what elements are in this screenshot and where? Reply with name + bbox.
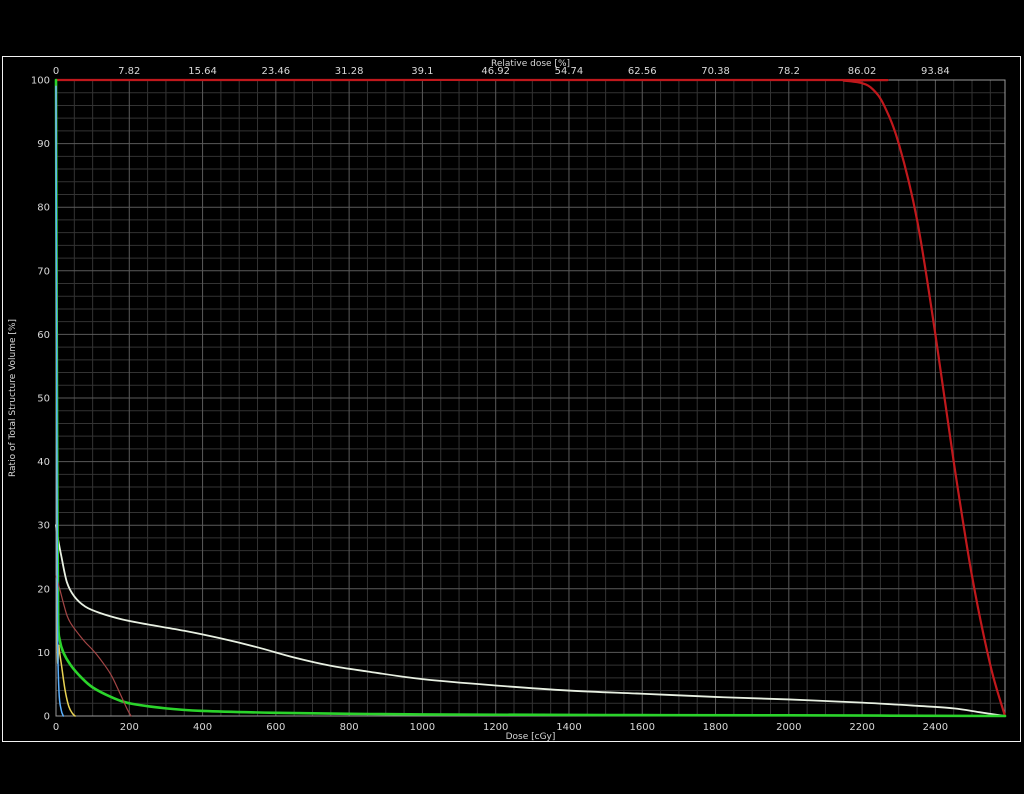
dvh-chart: 0 10 20 30 40 50 60 70 80 90 100 0 200 400 600 800 1000… [3, 57, 1020, 741]
y-tick-label: 50 [37, 394, 50, 405]
x-tick-label: 1200 [483, 722, 508, 733]
top-x-tick-label: 78.2 [778, 66, 800, 77]
top-x-tick-label: 0 [53, 66, 59, 77]
y-tick-label: 30 [37, 521, 50, 532]
y-tick-label: 90 [37, 139, 50, 150]
top-x-tick-label: 15.64 [188, 66, 217, 77]
x-tick-label: 1000 [410, 722, 435, 733]
plot-background [3, 57, 1020, 741]
top-x-tick-label: 93.84 [921, 66, 950, 77]
x-tick-label: 1600 [630, 722, 655, 733]
top-x-tick-label: 39.1 [411, 66, 433, 77]
top-x-tick-label: 86.02 [848, 66, 877, 77]
y-tick-label: 0 [44, 712, 50, 723]
y-tick-label: 40 [37, 457, 50, 468]
y-tick-label: 10 [37, 648, 50, 659]
top-x-tick-label: 62.56 [628, 66, 657, 77]
y-tick-label: 80 [37, 203, 50, 214]
x-tick-label: 400 [193, 722, 212, 733]
x-tick-label: 2400 [923, 722, 948, 733]
x-tick-label: 200 [120, 722, 139, 733]
dvh-chart-frame: 0 10 20 30 40 50 60 70 80 90 100 0 200 400 600 800 1000… [2, 56, 1021, 742]
x-axis-label: Dose [cGy] [506, 732, 556, 741]
x-tick-label: 2000 [776, 722, 801, 733]
top-x-tick-label: 70.38 [701, 66, 730, 77]
x-tick-label: 2200 [849, 722, 874, 733]
y-tick-label: 60 [37, 330, 50, 341]
top-x-axis-label: Relative dose [%] [491, 59, 570, 69]
x-tick-label: 1800 [703, 722, 728, 733]
x-tick-label: 0 [53, 722, 59, 733]
y-axis-label: Ratio of Total Structure Volume [%] [8, 319, 18, 477]
top-x-tick-label: 31.28 [335, 66, 364, 77]
x-tick-label: 800 [340, 722, 359, 733]
top-x-tick-label: 23.46 [262, 66, 291, 77]
x-tick-label: 600 [266, 722, 285, 733]
y-tick-label: 100 [31, 76, 50, 87]
y-tick-label: 20 [37, 584, 50, 595]
y-tick-label: 70 [37, 266, 50, 277]
top-x-tick-label: 7.82 [118, 66, 140, 77]
x-tick-label: 1400 [556, 722, 581, 733]
